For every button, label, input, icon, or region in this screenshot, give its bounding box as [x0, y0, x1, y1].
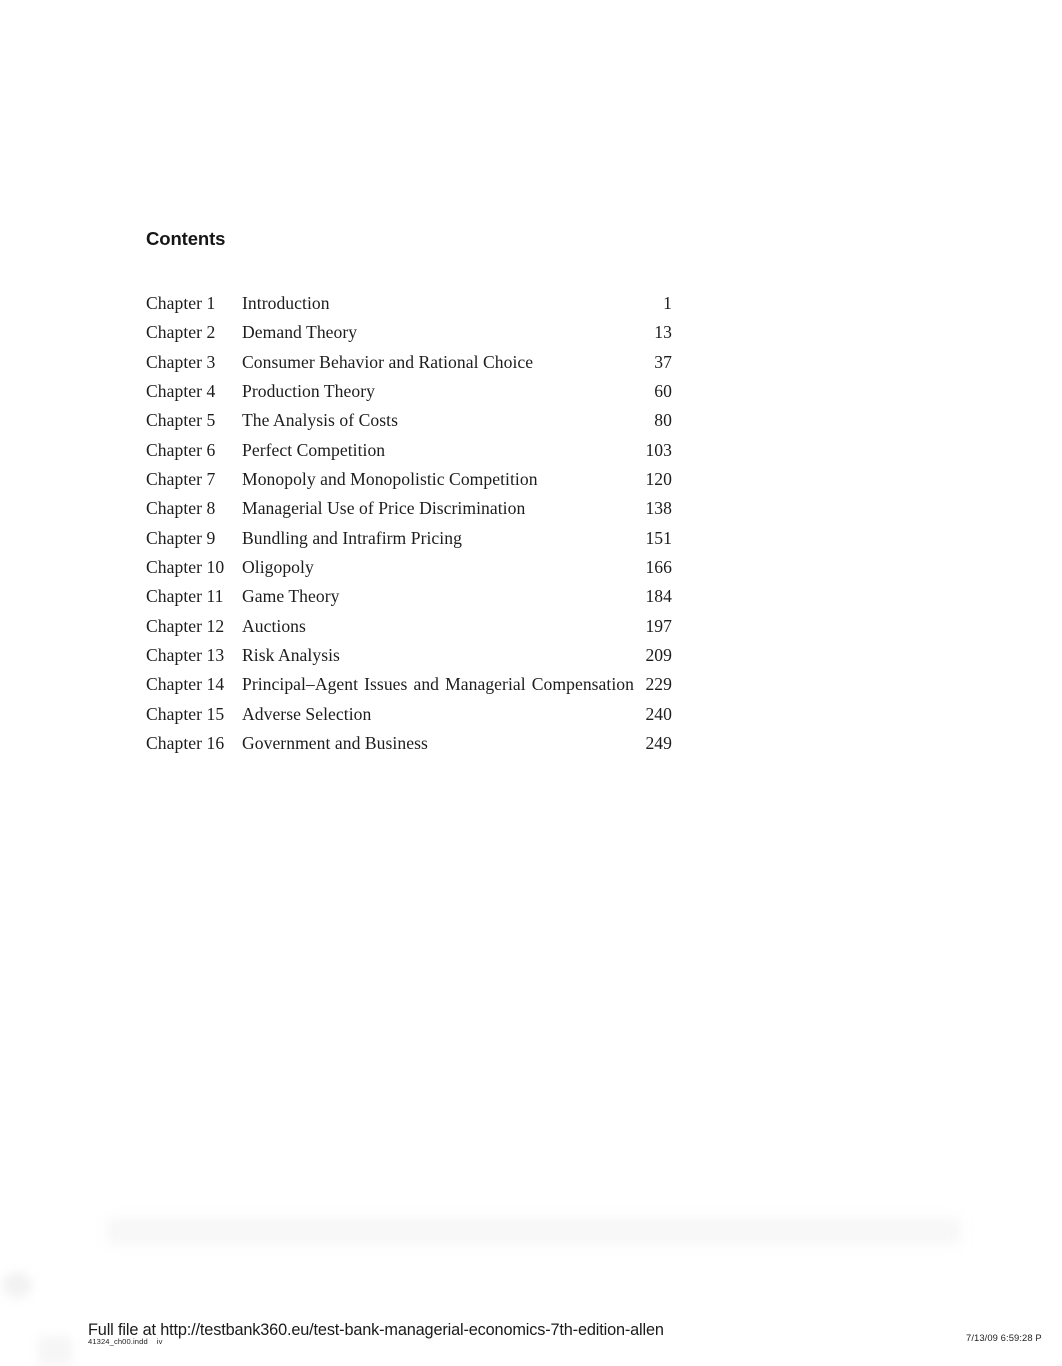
toc-entry[interactable]: Chapter 3 Consumer Behavior and Rational … — [146, 348, 672, 377]
footer-watermark-url: Full file at http://testbank360.eu/test-… — [88, 1321, 664, 1339]
toc-entry-title: Monopoly and Monopolistic Competition — [242, 469, 538, 490]
toc-entry[interactable]: Chapter 14 Principal–Agent Issues and Man… — [146, 670, 672, 699]
toc-entry-chapter: Chapter 10 — [146, 557, 225, 578]
toc-entry[interactable]: Chapter 5 The Analysis of Costs 80 — [146, 406, 672, 435]
toc-entry-chapter: Chapter 14 — [146, 674, 225, 695]
toc-entry[interactable]: Chapter 9 Bundling and Intrafirm Pricing 1… — [146, 524, 672, 553]
toc-entry-page-number: 151 — [645, 527, 672, 548]
toc-entry-chapter: Chapter 16 — [146, 733, 225, 754]
toc-entry-page-number: 249 — [645, 733, 672, 754]
toc-entry-chapter: Chapter 11 — [146, 586, 224, 607]
toc-entry-chapter: Chapter 1 — [146, 293, 216, 313]
toc-entry[interactable]: Chapter 10 Oligopoly 166 — [146, 553, 672, 582]
scan-artifact-smudge-bottom — [38, 1336, 72, 1366]
toc-entry[interactable]: Chapter 12 Auctions 197 — [146, 612, 672, 641]
toc-entry-chapter: Chapter 6 — [146, 439, 216, 460]
toc-entry-page-number: 13 — [654, 322, 672, 343]
toc-entry-title: Government and Business — [242, 733, 428, 754]
toc-entry-title: Demand Theory — [242, 322, 358, 343]
toc-entry-title: Consumer Behavior and Rational Choice — [242, 351, 534, 372]
toc-entry-chapter: Chapter 9 — [146, 527, 216, 548]
toc-entry[interactable]: Chapter 1 Introduction 1 — [146, 289, 672, 318]
toc-entry-page-number: 184 — [645, 586, 672, 607]
toc-entry-title: Risk Analysis — [242, 645, 340, 666]
toc-entry-chapter: Chapter 12 — [146, 615, 225, 636]
toc-entry-page-number: 80 — [654, 410, 672, 431]
toc-entry[interactable]: Chapter 13 Risk Analysis 209 — [146, 641, 672, 670]
toc-entry-chapter: Chapter 13 — [146, 645, 225, 666]
toc-entry-page-number: 1 — [663, 293, 672, 313]
toc-entry-page-number: 166 — [645, 557, 672, 578]
toc-entry-chapter: Chapter 5 — [146, 410, 216, 431]
toc-entry-chapter: Chapter 3 — [146, 351, 216, 372]
print-mark-filename: 41324_ch00.indd — [88, 1337, 148, 1346]
toc-entry-page-number: 103 — [645, 439, 672, 460]
scan-artifact-smudge-left — [2, 1272, 32, 1298]
toc-entry-page-number: 209 — [645, 645, 672, 666]
toc-entry[interactable]: Chapter 15 Adverse Selection 240 — [146, 700, 672, 729]
toc-entry-page-number: 60 — [654, 381, 672, 402]
toc-entry-chapter: Chapter 7 — [146, 469, 216, 490]
toc-entry-chapter: Chapter 4 — [146, 381, 216, 402]
toc-entry-title: Game Theory — [242, 586, 340, 607]
footer-print-mark: 41324_ch00.indd iv — [88, 1337, 162, 1346]
toc-entry[interactable]: Chapter 8 Managerial Use of Price Discrim… — [146, 494, 672, 523]
scan-artifact-band — [108, 1218, 960, 1244]
toc-entry-page-number: 138 — [645, 498, 672, 519]
toc-entry[interactable]: Chapter 6 Perfect Competition 103 — [146, 436, 672, 465]
toc-entry-title: Managerial Use of Price Discrimination — [242, 498, 526, 519]
toc-entry-chapter: Chapter 15 — [146, 703, 225, 724]
print-mark-folio: iv — [156, 1337, 163, 1346]
toc-entry[interactable]: Chapter 11 Game Theory 184 — [146, 582, 672, 611]
toc-entry-title: Production Theory — [242, 381, 375, 402]
toc-entry-page-number: 240 — [645, 703, 672, 724]
table-of-contents-list: Chapter 1 Introduction 1 Chapter 2 Demand Th… — [146, 289, 672, 759]
contents-section: Contents Chapter 1 Introduction 1 Chapter 2… — [146, 228, 672, 759]
toc-entry-title: Auctions — [242, 615, 306, 636]
toc-entry-title: Bundling and Intrafirm Pricing — [242, 527, 462, 548]
toc-entry-page-number: 120 — [645, 469, 672, 490]
toc-entry-title: Principal–Agent Issues and Managerial Co… — [242, 674, 634, 695]
toc-entry-chapter: Chapter 8 — [146, 498, 216, 519]
toc-entry-page-number: 37 — [654, 351, 672, 372]
toc-entry-chapter: Chapter 2 — [146, 322, 216, 343]
toc-entry[interactable]: Chapter 4 Production Theory 60 — [146, 377, 672, 406]
toc-entry[interactable]: Chapter 16 Government and Business 249 — [146, 729, 672, 758]
toc-entry-page-number: 229 — [645, 674, 672, 695]
toc-entry-page-number: 197 — [645, 615, 672, 636]
toc-entry-title: Perfect Competition — [242, 439, 386, 460]
toc-entry[interactable]: Chapter 7 Monopoly and Monopolistic Compe… — [146, 465, 672, 494]
toc-entry-title: Oligopoly — [242, 557, 314, 578]
toc-entry-title: The Analysis of Costs — [242, 410, 398, 431]
footer-timestamp: 7/13/09 6:59:28 P — [966, 1332, 1042, 1343]
toc-entry[interactable]: Chapter 2 Demand Theory 13 — [146, 318, 672, 347]
page-title: Contents — [146, 228, 226, 249]
toc-entry-title: Adverse Selection — [242, 703, 372, 724]
document-page: Contents Chapter 1 Introduction 1 Chapter 2… — [0, 0, 1062, 1366]
toc-entry-title: Introduction — [242, 293, 330, 313]
